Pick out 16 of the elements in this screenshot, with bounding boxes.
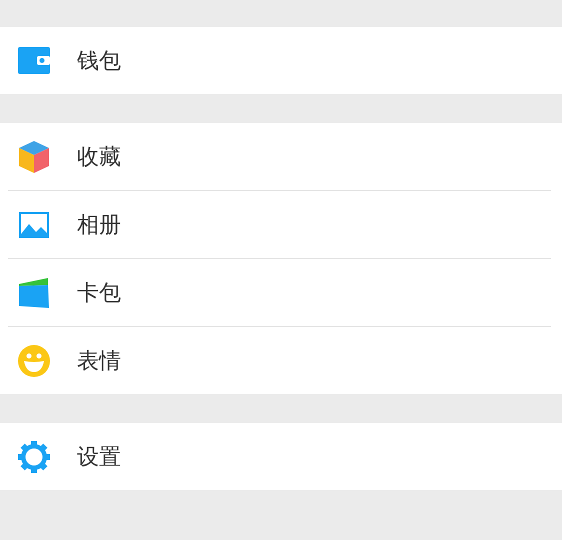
menu-label: 表情 [77, 348, 121, 376]
cube-icon [17, 140, 51, 174]
menu-label: 卡包 [77, 280, 121, 308]
menu-item[interactable]: 钱包 [0, 27, 562, 94]
menu-item[interactable]: 相册 [0, 191, 562, 258]
menu-item[interactable]: 设置 [0, 423, 562, 490]
menu-item[interactable]: 卡包 [0, 259, 562, 326]
menu-label: 相册 [77, 212, 121, 240]
menu-label: 设置 [77, 444, 121, 472]
menu-label: 钱包 [77, 48, 121, 76]
settings-icon [17, 440, 51, 474]
smiley-icon [17, 344, 51, 378]
menu-item[interactable]: 表情 [0, 327, 562, 394]
menu-label: 收藏 [77, 144, 121, 172]
card-icon [17, 276, 51, 310]
menu-item[interactable]: 收藏 [0, 123, 562, 190]
